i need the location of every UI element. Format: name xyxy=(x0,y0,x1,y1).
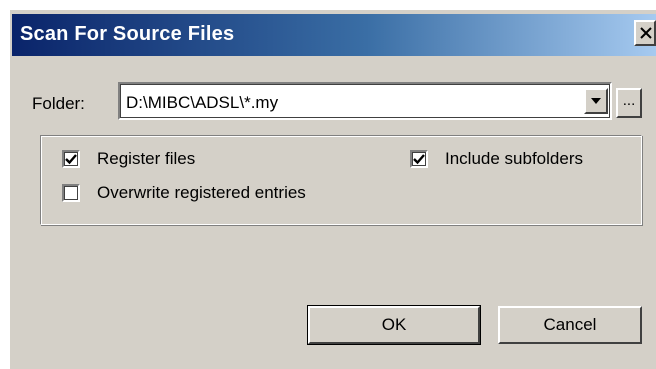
ok-button[interactable]: OK xyxy=(307,305,481,345)
overwrite-entries-checkbox[interactable] xyxy=(62,184,80,202)
overwrite-entries-label: Overwrite registered entries xyxy=(97,183,306,202)
include-subfolders-option[interactable]: Include subfolders xyxy=(410,148,583,170)
folder-dropdown-button[interactable] xyxy=(584,88,608,114)
include-subfolders-checkbox[interactable] xyxy=(410,150,428,168)
register-files-checkbox[interactable] xyxy=(62,150,80,168)
folder-input[interactable]: D:\MIBC\ADSL\*.my xyxy=(126,93,278,113)
close-button[interactable] xyxy=(634,20,656,46)
chevron-down-icon xyxy=(591,98,601,104)
overwrite-entries-option[interactable]: Overwrite registered entries xyxy=(62,182,306,204)
browse-button[interactable]: ... xyxy=(616,88,642,118)
close-icon xyxy=(640,27,652,39)
checkmark-icon xyxy=(413,154,425,165)
folder-label: Folder: xyxy=(32,94,85,113)
cancel-button[interactable]: Cancel xyxy=(498,306,642,344)
scan-dialog: Scan For Source Files Folder: D:\MIBC\AD… xyxy=(8,8,656,369)
title-bar[interactable]: Scan For Source Files xyxy=(12,14,656,56)
register-files-label: Register files xyxy=(97,149,196,168)
register-files-option[interactable]: Register files xyxy=(62,148,195,170)
dialog-title: Scan For Source Files xyxy=(20,23,235,45)
checkmark-icon xyxy=(65,154,77,165)
folder-combobox[interactable]: D:\MIBC\ADSL\*.my xyxy=(118,82,612,120)
include-subfolders-label: Include subfolders xyxy=(445,149,583,168)
